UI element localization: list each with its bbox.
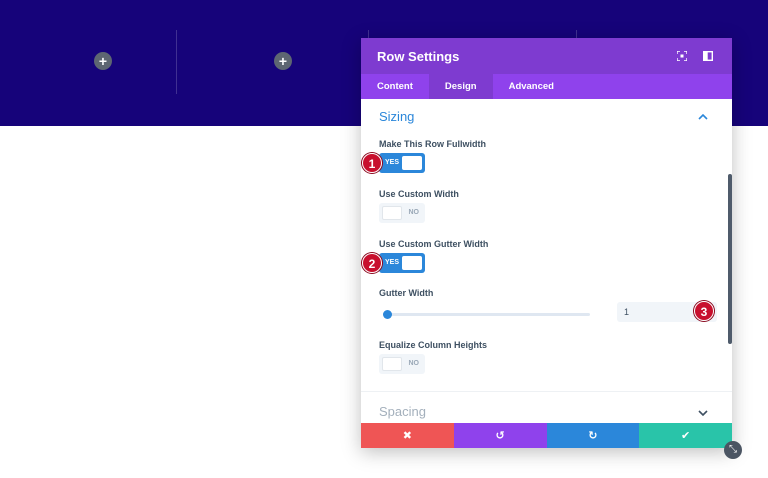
expand-icon[interactable] (674, 48, 690, 64)
custom-width-toggle[interactable]: NO (379, 203, 425, 223)
toggle-state: NO (408, 360, 420, 367)
annotation-marker: 2 (362, 253, 382, 273)
field-label-equalize: Equalize Column Heights (379, 340, 488, 350)
tab-advanced[interactable]: Advanced (493, 74, 570, 99)
settings-tabs: Content Design Advanced (361, 74, 732, 99)
section-title-sizing[interactable]: Sizing (379, 109, 414, 124)
toggle-state: YES (385, 159, 400, 166)
section-divider (361, 391, 732, 392)
save-button[interactable]: ✔ (639, 423, 732, 448)
slider-handle[interactable] (383, 310, 392, 319)
field-label-fullwidth: Make This Row Fullwidth (379, 139, 487, 149)
add-module-button[interactable]: + (94, 52, 112, 70)
toggle-state: YES (385, 259, 400, 266)
modal-footer: ✖ ↺ ↻ ✔ (361, 423, 732, 448)
custom-gutter-toggle[interactable]: YES (379, 253, 425, 273)
row-settings-modal: Row Settings Content Design Advanced Siz… (361, 38, 732, 448)
chevron-up-icon[interactable] (698, 112, 708, 123)
settings-content: Sizing Make This Row Fullwidth YES Use C… (361, 99, 732, 423)
undo-button[interactable]: ↺ (453, 423, 547, 448)
fullwidth-toggle[interactable]: YES (379, 153, 425, 173)
equalize-heights-toggle[interactable]: NO (379, 354, 425, 374)
toggle-knob (402, 256, 422, 270)
add-module-button[interactable]: + (274, 52, 292, 70)
toggle-state: NO (408, 209, 420, 216)
annotation-marker: 3 (694, 301, 714, 321)
toggle-knob (402, 156, 422, 170)
sidebar-toggle-icon[interactable] (700, 48, 716, 64)
annotation-marker: 1 (362, 153, 382, 173)
resize-handle-icon[interactable]: ⤡ (724, 441, 742, 459)
field-label-custom-width: Use Custom Width (379, 189, 459, 199)
discard-button[interactable]: ✖ (361, 423, 454, 448)
chevron-down-icon[interactable] (698, 408, 708, 419)
scrollbar[interactable] (728, 174, 732, 344)
tab-content[interactable]: Content (361, 74, 429, 99)
modal-header: Row Settings (361, 38, 732, 74)
gutter-width-slider[interactable] (383, 310, 590, 319)
toggle-knob (382, 206, 402, 220)
column-divider (176, 30, 177, 94)
toggle-knob (382, 357, 402, 371)
page: + + Row Settings Content Design Advanced… (0, 0, 768, 478)
field-label-gutter-width: Gutter Width (379, 288, 434, 298)
field-label-custom-gutter: Use Custom Gutter Width (379, 239, 489, 249)
tab-design[interactable]: Design (428, 74, 493, 99)
modal-title: Row Settings (377, 48, 460, 64)
section-title-spacing[interactable]: Spacing (379, 404, 426, 419)
redo-button[interactable]: ↻ (546, 423, 640, 448)
